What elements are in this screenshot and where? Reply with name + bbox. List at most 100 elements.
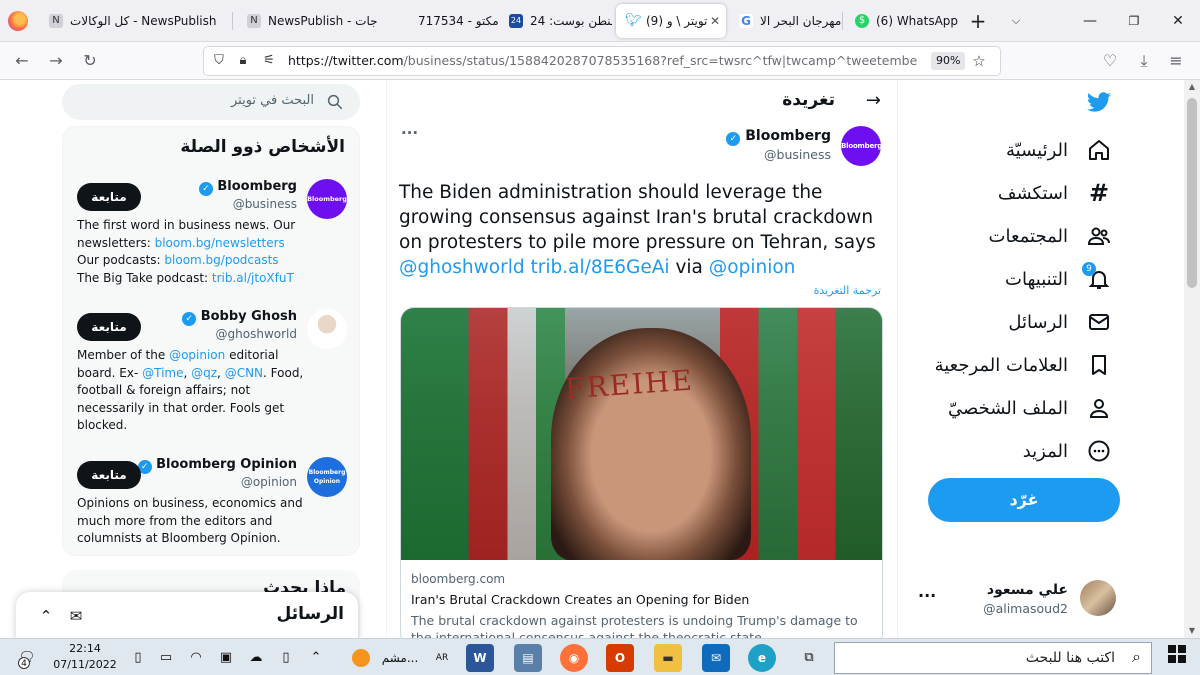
author-handle[interactable]: @business: [764, 147, 831, 162]
search-icon: ⌕: [1132, 647, 1141, 666]
device-icon[interactable]: ▯: [276, 645, 296, 671]
url-text[interactable]: https://twitter.com/business/status/1588…: [288, 47, 918, 75]
cloud-icon[interactable]: ☁: [246, 645, 266, 671]
back-arrow-icon[interactable]: →: [866, 90, 881, 111]
reload-icon[interactable]: ↻: [80, 51, 100, 71]
bio-link[interactable]: @qz: [191, 366, 217, 380]
search-box[interactable]: البحث في تويتر: [62, 84, 360, 120]
tab-list-icon[interactable]: ⌵: [994, 0, 1038, 42]
clock[interactable]: 22:14 07/11/2022: [48, 641, 122, 673]
tweet-button[interactable]: غرّد: [928, 478, 1120, 522]
avatar[interactable]: Bloomberg: [307, 179, 347, 219]
nav-profile[interactable]: الملف الشخصيّ: [948, 388, 1112, 428]
lock-icon[interactable]: 🔒︎: [234, 52, 252, 70]
remote-desktop-icon[interactable]: ▤: [514, 644, 542, 672]
weather-label[interactable]: مشم...: [380, 645, 420, 671]
scroll-down-icon[interactable]: ▼: [1184, 624, 1200, 638]
pocket-icon[interactable]: ♡: [1100, 51, 1120, 71]
nav-communities[interactable]: المجتمعات: [989, 216, 1112, 256]
page-scrollbar[interactable]: ▲ ▼: [1184, 80, 1200, 638]
tab-newspublish-2[interactable]: N NewsPublish - جات: [238, 4, 388, 38]
follow-button[interactable]: متابعة: [77, 313, 141, 341]
tab-label: مهرجان البحر الا: [760, 14, 842, 28]
menu-icon[interactable]: ≡: [1166, 51, 1186, 71]
task-view-icon[interactable]: ⧉: [798, 645, 820, 671]
bio-link[interactable]: bloom.bg/newsletters: [155, 236, 285, 250]
permissions-icon[interactable]: ⚟: [260, 52, 278, 70]
downloads-icon[interactable]: ⤓: [1134, 51, 1154, 71]
shield-icon[interactable]: ⛉: [210, 52, 228, 70]
expand-up-icon[interactable]: ⌃: [36, 606, 56, 626]
battery-icon[interactable]: ▭: [156, 645, 176, 671]
firefox-taskbar-icon[interactable]: ◉: [560, 644, 588, 672]
address-bar[interactable]: ⛉ 🔒︎ ⚟ https://twitter.com/business/stat…: [204, 47, 1000, 75]
wifi-icon[interactable]: ◠: [186, 645, 206, 671]
close-tab-icon[interactable]: ✕: [710, 4, 720, 38]
person-name[interactable]: ✓ Bloomberg Opinion: [137, 457, 297, 474]
bio-link[interactable]: bloom.bg/podcasts: [164, 253, 278, 267]
tab-twitter[interactable]: 🐦︎ (9) تويتر \ و ✕: [616, 4, 726, 38]
more-options-icon[interactable]: ···: [401, 124, 418, 142]
bio-link[interactable]: @opinion: [169, 348, 225, 362]
scroll-up-icon[interactable]: ▲: [1184, 80, 1200, 94]
taskbar-search-box[interactable]: اكتب هنا للبحث ⌕: [834, 642, 1152, 674]
back-icon[interactable]: ←: [12, 51, 32, 71]
nav-messages[interactable]: الرسائل: [1008, 302, 1112, 342]
relevant-people-panel: الأشخاص ذوو الصلة Bloomberg ✓ Bloomberg …: [62, 126, 360, 556]
nav-notifications[interactable]: 9 التنبيهات: [1005, 259, 1112, 299]
mention-link[interactable]: @opinion: [709, 257, 796, 278]
restore-icon[interactable]: ❐: [1112, 0, 1156, 42]
word-icon[interactable]: W: [466, 644, 494, 672]
language-indicator[interactable]: AR: [434, 645, 450, 671]
twitter-logo-icon[interactable]: [1086, 92, 1112, 114]
edge-icon[interactable]: e: [748, 644, 776, 672]
minimize-icon[interactable]: —: [1068, 0, 1112, 42]
tab-news-717534[interactable]: صراع مكتو - 717534: [388, 4, 500, 38]
avatar[interactable]: [307, 309, 347, 349]
follow-button[interactable]: متابعة: [77, 461, 141, 489]
avatar[interactable]: Bloomberg Opinion: [307, 457, 347, 497]
tab-newspublish-1[interactable]: N كل الوكالات - NewsPublish: [40, 4, 230, 38]
office-icon[interactable]: O: [606, 644, 634, 672]
tab-whatsapp[interactable]: $ (6) WhatsApp: [846, 4, 958, 38]
tab-label: (9) تويتر \ و: [646, 14, 708, 28]
file-explorer-icon[interactable]: ▬: [654, 644, 682, 672]
tab-washington-post[interactable]: 24 واشنطن بوست: 24: [500, 4, 612, 38]
translate-link[interactable]: ترجمة التغريدة: [814, 284, 881, 297]
tab-festival[interactable]: G مهرجان البحر الا: [730, 4, 842, 38]
notification-center-icon[interactable]: 🗨︎4: [12, 645, 42, 671]
link-card[interactable]: FREIHE bloomberg.com Iran's Brutal Crack…: [400, 307, 883, 638]
nav-bookmarks[interactable]: العلامات المرجعية: [935, 345, 1112, 385]
author-name[interactable]: ✓ Bloomberg: [726, 128, 831, 146]
bio-link[interactable]: trib.al/jtoXfuT: [212, 271, 294, 285]
tweet-link[interactable]: trib.al/8E6GeAi: [530, 257, 669, 278]
new-message-icon[interactable]: ✉: [66, 606, 86, 626]
mail-app-icon[interactable]: ✉: [702, 644, 730, 672]
zoom-level[interactable]: 90%: [931, 52, 966, 70]
avatar[interactable]: Bloomberg: [841, 126, 882, 166]
nav-explore[interactable]: # استكشف: [998, 173, 1112, 213]
scrollbar-thumb[interactable]: [1187, 98, 1197, 288]
follow-button[interactable]: متابعة: [77, 183, 141, 211]
weather-icon[interactable]: [350, 645, 372, 671]
person-name[interactable]: ✓ Bloomberg: [198, 179, 297, 196]
news-favicon-icon: N: [247, 14, 261, 28]
more-options-icon[interactable]: ···: [918, 586, 936, 605]
bio-link[interactable]: @Time: [142, 366, 183, 380]
bio-link[interactable]: @CNN: [225, 366, 263, 380]
tray-icon[interactable]: ▣: [216, 645, 236, 671]
nav-more[interactable]: المزيد: [1023, 431, 1112, 471]
card-image[interactable]: FREIHE: [401, 308, 882, 560]
close-window-icon[interactable]: ✕: [1156, 0, 1200, 42]
windows-start-icon[interactable]: [1164, 645, 1190, 671]
account-switcher[interactable]: علي مسعود @alimasoud2 ···: [910, 576, 1116, 624]
person-name[interactable]: ✓ Bobby Ghosh: [182, 309, 297, 326]
messages-drawer[interactable]: الرسائل ⌃ ✉: [16, 592, 358, 638]
language-icon[interactable]: ▯: [128, 645, 148, 671]
forward-icon[interactable]: →: [46, 51, 66, 71]
nav-home[interactable]: الرئيسيّة: [1006, 130, 1112, 170]
chevron-up-icon[interactable]: ⌃: [306, 645, 326, 671]
firefox-icon[interactable]: [8, 11, 28, 31]
bookmark-star-icon[interactable]: ☆: [970, 52, 988, 70]
mention-link[interactable]: @ghoshworld: [399, 257, 525, 278]
